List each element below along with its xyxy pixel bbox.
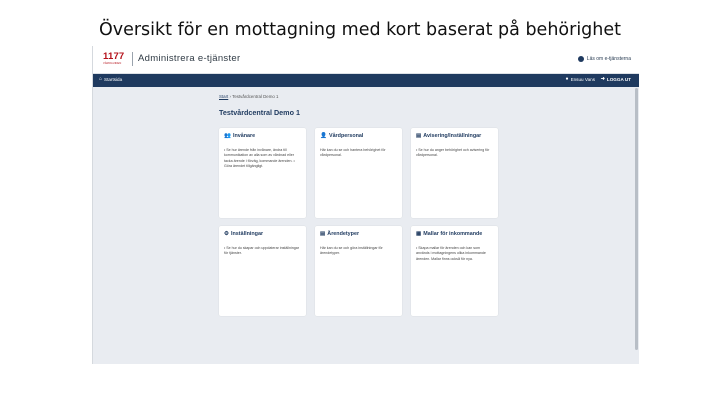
about-link[interactable]: Läs om e-tjänsterna — [577, 56, 631, 62]
header-divider — [132, 52, 133, 66]
card-vardpersonal[interactable]: 👤 Vårdpersonal Här kan du se och hantera … — [315, 128, 402, 218]
card-description: • Se hur du skapar och uppdaterar instäl… — [224, 246, 299, 256]
card-description: Här kan du se och göra inställningar för… — [320, 246, 383, 256]
template-icon: ▦ — [416, 231, 422, 237]
slide-title: Översikt för en mottagning med kort base… — [98, 20, 622, 40]
document-icon: ▤ — [416, 133, 422, 139]
breadcrumb-home-link[interactable]: Start — [219, 94, 228, 99]
card-title: Avisering/Inställningar — [423, 133, 482, 139]
breadcrumb: Start › Testvårdcentral Demo 1 — [219, 94, 279, 99]
document-icon: ▤ — [320, 231, 326, 237]
card-title: Inställningar — [231, 231, 264, 237]
logo-1177[interactable]: 1177 VÅRDGUIDEN — [103, 52, 129, 65]
top-navbar: ⌂ Startsida ● Ensuu Vans ➜ LOGGA UT — [93, 74, 639, 87]
header-bar: 1177 VÅRDGUIDEN Administrera e-tjänster … — [93, 46, 639, 74]
card-description: • Skapa mallar för ärenden och kan som a… — [416, 246, 486, 261]
card-title: Invånare — [232, 133, 256, 139]
nav-start-link[interactable]: ⌂ Startsida — [99, 76, 123, 83]
home-icon: ⌂ — [99, 76, 103, 82]
logout-button[interactable]: ➜ LOGGA UT — [600, 76, 631, 83]
card-description: • Se hur du anger behörighet och aviseri… — [416, 148, 490, 158]
card-description: Här kan du se och hantera behörighet för… — [320, 148, 386, 158]
card-avisering[interactable]: ▤ Avisering/Inställningar • Se hur du ang… — [411, 128, 498, 218]
card-arendetyper[interactable]: ▤ Ärendetyper Här kan du se och göra inst… — [315, 226, 402, 316]
nav-user-menu[interactable]: ● Ensuu Vans — [565, 76, 595, 83]
card-title: Mallar för inkommande — [423, 231, 483, 237]
logout-label: LOGGA UT — [606, 77, 631, 82]
page-title: Testvårdcentral Demo 1 — [219, 108, 300, 117]
card-installningar[interactable]: ⚙ Inställningar • Se hur du skapar och up… — [219, 226, 306, 316]
app-title: Administrera e-tjänster — [138, 53, 241, 64]
screenshot-window: 1177 VÅRDGUIDEN Administrera e-tjänster … — [92, 46, 639, 364]
scrollbar[interactable] — [635, 88, 638, 350]
about-link-label: Läs om e-tjänsterna — [586, 56, 631, 62]
card-invanare[interactable]: 👥 Invånare • Se hur ärende från invånare,… — [219, 128, 306, 218]
logo-number: 1177 — [103, 51, 125, 62]
info-icon — [577, 56, 584, 62]
person-icon: 👤 — [320, 133, 327, 139]
card-title: Ärendetyper — [327, 231, 360, 237]
user-icon: ● — [565, 76, 569, 82]
card-mallar[interactable]: ▦ Mallar för inkommande • Skapa mallar fö… — [411, 226, 498, 316]
breadcrumb-current: Testvårdcentral Demo 1 — [232, 94, 279, 99]
logo-subtitle: VÅRDGUIDEN — [103, 61, 122, 65]
card-description: • Se hur ärende från invånare, ändra til… — [224, 148, 295, 169]
breadcrumb-separator: › — [229, 94, 231, 99]
nav-user-label: Ensuu Vans — [570, 77, 595, 82]
logout-icon: ➜ — [600, 76, 605, 82]
card-title: Vårdpersonal — [328, 133, 364, 139]
people-icon: 👥 — [224, 133, 231, 139]
gear-icon: ⚙ — [224, 231, 230, 237]
nav-start-label: Startsida — [104, 77, 123, 82]
